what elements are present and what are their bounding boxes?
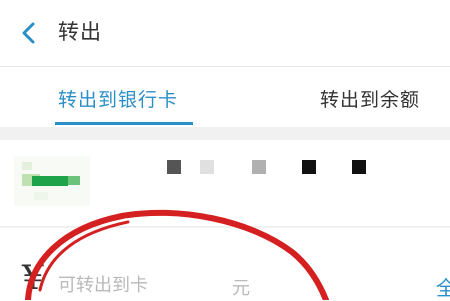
transfer-all-link[interactable]: 全 [436, 272, 450, 301]
masked-card-info [167, 160, 181, 174]
currency-symbol: ¥ [22, 258, 44, 298]
header-bar: 转出 [0, 0, 450, 66]
chevron-left-icon[interactable] [18, 18, 40, 48]
bank-logo-icon [14, 156, 90, 206]
masked-card-info [302, 160, 316, 174]
amount-row: ¥ 元 全 [0, 228, 450, 300]
active-tab-indicator [55, 122, 193, 125]
unit-label: 元 [232, 278, 250, 299]
tab-bar: 转出到银行卡 转出到余额 [0, 67, 450, 127]
bank-card-selector[interactable] [0, 140, 450, 226]
masked-card-info [352, 160, 366, 174]
tab-transfer-to-bank-card[interactable]: 转出到银行卡 [58, 85, 178, 112]
tab-transfer-to-balance[interactable]: 转出到余额 [320, 85, 420, 112]
section-gap [0, 127, 450, 140]
amount-input[interactable] [58, 272, 228, 298]
page-title: 转出 [58, 20, 102, 44]
masked-card-info [200, 160, 214, 174]
masked-card-info [252, 160, 266, 174]
